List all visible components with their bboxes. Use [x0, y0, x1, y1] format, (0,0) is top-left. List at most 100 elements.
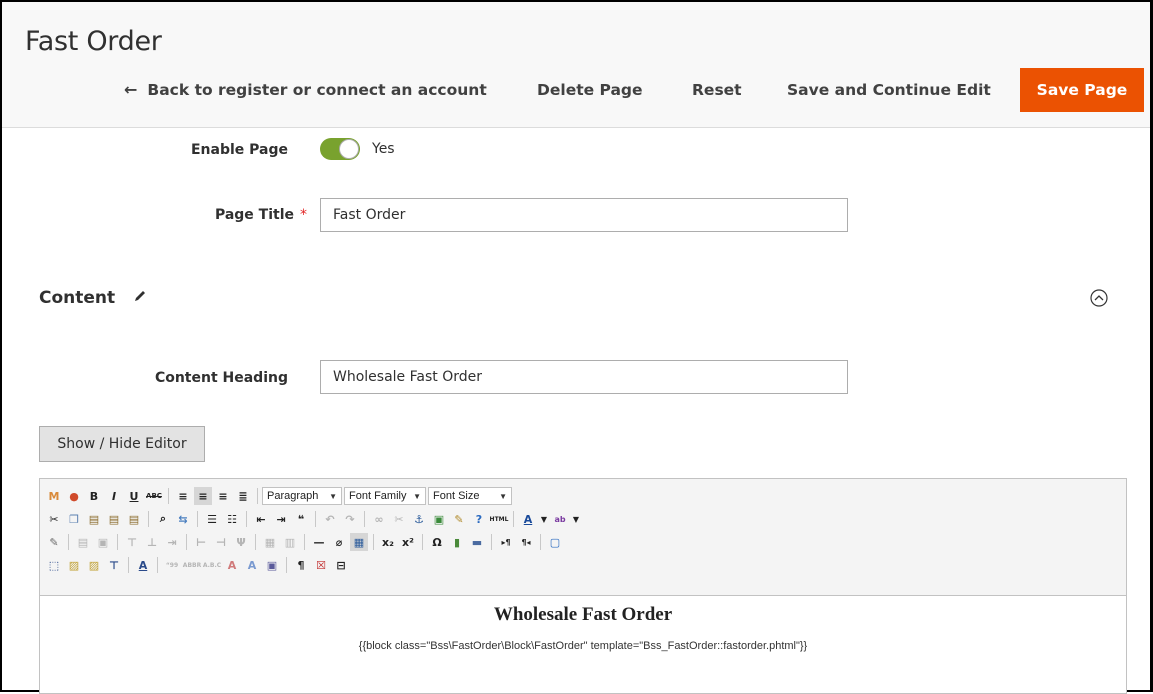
toolbar-separator	[68, 534, 69, 550]
ins-icon[interactable]: A	[243, 556, 261, 574]
chevron-down-icon[interactable]: ▼	[571, 510, 581, 528]
font-size-select[interactable]: Font Size ▼	[428, 487, 512, 505]
cell-props-icon[interactable]: ▣	[94, 533, 112, 551]
toggle-knob	[339, 139, 359, 159]
insert-variable-icon[interactable]: ●	[65, 487, 83, 505]
align-center-icon[interactable]: ≡	[194, 487, 212, 505]
align-left-icon[interactable]: ≡	[174, 487, 192, 505]
paste-text-icon[interactable]: ▤	[105, 510, 123, 528]
remove-format-icon[interactable]: ⌀	[330, 533, 348, 551]
show-hide-editor-button[interactable]: Show / Hide Editor	[39, 426, 205, 462]
insert-layer-icon[interactable]: ⬚	[45, 556, 63, 574]
underline-icon[interactable]: U	[125, 487, 143, 505]
enable-page-value: Yes	[372, 141, 395, 157]
format-select[interactable]: Paragraph ▼	[262, 487, 342, 505]
chevron-down-icon: ▼	[329, 491, 337, 501]
attributes-icon[interactable]: ▣	[263, 556, 281, 574]
unlink-icon[interactable]: ✂	[390, 510, 408, 528]
toolbar-separator	[168, 488, 169, 504]
move-forward-icon[interactable]: ▨	[65, 556, 83, 574]
enable-page-toggle[interactable]	[320, 138, 360, 160]
table-icon[interactable]: ▦	[350, 533, 368, 551]
bullet-list-icon[interactable]: ☰	[203, 510, 221, 528]
styles-icon[interactable]: A	[134, 556, 152, 574]
superscript-icon[interactable]: x²	[399, 533, 417, 551]
indent-icon[interactable]: ⇥	[272, 510, 290, 528]
content-heading-label: Content Heading	[154, 370, 288, 386]
toolbar-separator	[255, 534, 256, 550]
split-cells-icon[interactable]: ▦	[261, 533, 279, 551]
merge-cells-icon[interactable]: ▥	[281, 533, 299, 551]
blockquote-icon[interactable]: ❝	[292, 510, 310, 528]
fullscreen-icon[interactable]: ▢	[546, 533, 564, 551]
toolbar-separator	[286, 557, 287, 573]
row-props-icon[interactable]: ▤	[74, 533, 92, 551]
move-backward-icon[interactable]: ▨	[85, 556, 103, 574]
strikethrough-icon[interactable]: ABC	[145, 487, 163, 505]
insert-row-before-icon[interactable]: ⊤	[123, 533, 141, 551]
font-size-select-value: Font Size	[433, 490, 480, 502]
bold-icon[interactable]: B	[85, 487, 103, 505]
delete-row-icon[interactable]: ⇥	[163, 533, 181, 551]
back-button[interactable]: ← Back to register or connect an account	[124, 68, 487, 112]
content-section-title: Content	[39, 288, 116, 308]
acronym-icon[interactable]: A.B.C	[203, 556, 221, 574]
page-title-input[interactable]	[320, 198, 848, 232]
toolbar-separator	[315, 511, 316, 527]
show-blocks-icon[interactable]: ¶	[292, 556, 310, 574]
replace-icon[interactable]: ⇆	[174, 510, 192, 528]
content-heading-input[interactable]	[320, 360, 848, 394]
page-title-label: Page Title *	[152, 207, 307, 223]
save-page-button[interactable]: Save Page	[1020, 68, 1144, 112]
insert-col-before-icon[interactable]: ⊢	[192, 533, 210, 551]
nonbreaking-icon[interactable]: ☒	[312, 556, 330, 574]
media-icon[interactable]: ▮	[448, 533, 466, 551]
cite-icon[interactable]: “99	[163, 556, 181, 574]
del-icon[interactable]: A	[223, 556, 241, 574]
insert-col-after-icon[interactable]: ⊣	[212, 533, 230, 551]
collapse-chevron-icon[interactable]	[1089, 288, 1109, 308]
italic-icon[interactable]: I	[105, 487, 123, 505]
toolbar-separator	[422, 534, 423, 550]
pencil-icon[interactable]	[132, 288, 148, 304]
find-icon[interactable]: ⌕	[154, 510, 172, 528]
insert-row-after-icon[interactable]: ⊥	[143, 533, 161, 551]
magento-widget-icon[interactable]: M	[45, 487, 63, 505]
ltr-icon[interactable]: ▸¶	[497, 533, 515, 551]
edit-styles-icon[interactable]: ✎	[45, 533, 63, 551]
chevron-down-icon[interactable]: ▼	[539, 510, 549, 528]
save-and-continue-button[interactable]: Save and Continue Edit	[787, 68, 991, 112]
delete-col-icon[interactable]: Ψ	[232, 533, 250, 551]
non-breaking-icon[interactable]: ▬	[468, 533, 486, 551]
subscript-icon[interactable]: x₂	[379, 533, 397, 551]
cleanup-icon[interactable]: ✎	[450, 510, 468, 528]
html-source-icon[interactable]: HTML	[490, 510, 509, 528]
rtl-icon[interactable]: ¶◂	[517, 533, 535, 551]
abbr-icon[interactable]: ABBR	[183, 556, 201, 574]
reset-button[interactable]: Reset	[692, 68, 742, 112]
special-char-icon[interactable]: Ω	[428, 533, 446, 551]
image-icon[interactable]: ▣	[430, 510, 448, 528]
copy-icon[interactable]: ❐	[65, 510, 83, 528]
align-right-icon[interactable]: ≡	[214, 487, 232, 505]
cut-icon[interactable]: ✂	[45, 510, 63, 528]
numbered-list-icon[interactable]: ☷	[223, 510, 241, 528]
editor-content-area[interactable]: Wholesale Fast Order {{block class="Bss\…	[40, 596, 1126, 693]
page-break-icon[interactable]: ⊟	[332, 556, 350, 574]
outdent-icon[interactable]: ⇤	[252, 510, 270, 528]
paste-word-icon[interactable]: ▤	[125, 510, 143, 528]
undo-icon[interactable]: ↶	[321, 510, 339, 528]
absolute-icon[interactable]: ⊤	[105, 556, 123, 574]
link-icon[interactable]: ∞	[370, 510, 388, 528]
align-justify-icon[interactable]: ≣	[234, 487, 252, 505]
font-family-select[interactable]: Font Family ▼	[344, 487, 426, 505]
redo-icon[interactable]: ↷	[341, 510, 359, 528]
anchor-icon[interactable]: ⚓	[410, 510, 428, 528]
help-icon[interactable]: ?	[470, 510, 488, 528]
text-color-icon[interactable]: A	[519, 510, 537, 528]
background-color-icon[interactable]: ab	[551, 510, 569, 528]
paste-icon[interactable]: ▤	[85, 510, 103, 528]
toolbar-row-3: ✎ ▤ ▣ ⊤ ⊥ ⇥ ⊢ ⊣ Ψ ▦ ▥ — ⌀ ▦ x₂ x² Ω ▮ ▬ …	[44, 531, 565, 553]
delete-page-button[interactable]: Delete Page	[537, 68, 643, 112]
horizontal-rule-icon[interactable]: —	[310, 533, 328, 551]
